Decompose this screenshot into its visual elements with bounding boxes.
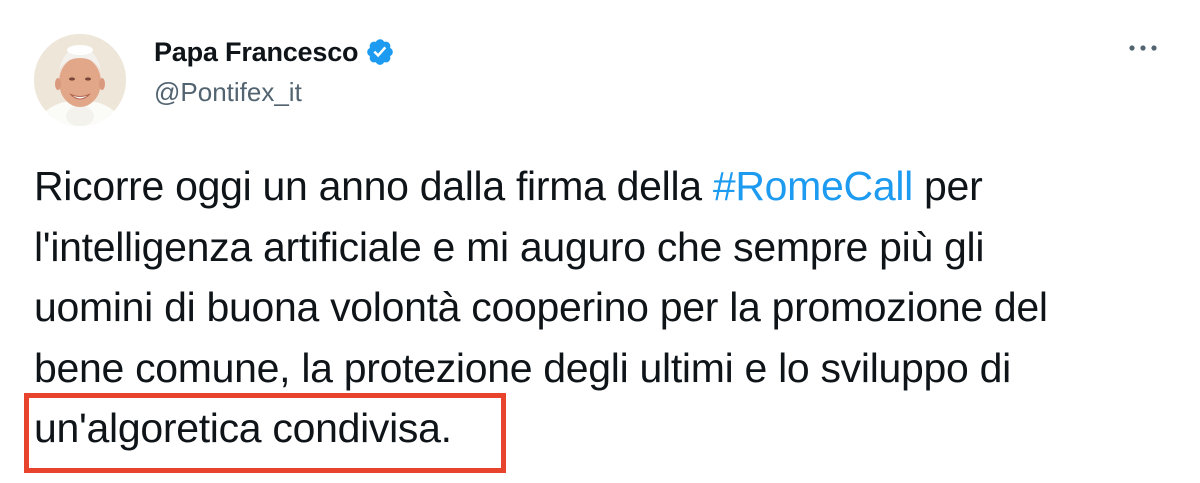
author-display-name[interactable]: Papa Francesco xyxy=(154,37,359,68)
author-handle[interactable]: @Pontifex_it xyxy=(154,77,302,108)
tweet-text-segment: per xyxy=(912,163,983,209)
highlight-annotation-box xyxy=(24,393,506,473)
verified-badge-icon xyxy=(365,37,395,67)
author-name-row: Papa Francesco xyxy=(154,33,395,71)
tweet-text-line: uomini di buona volontà cooperino per la… xyxy=(34,284,1048,330)
more-options-button[interactable] xyxy=(1126,38,1160,58)
tweet-text-segment: Ricorre oggi un anno dalla firma della xyxy=(34,163,713,209)
avatar[interactable] xyxy=(34,34,126,126)
avatar-portrait-image xyxy=(34,34,126,126)
tweet-text-line: l'intelligenza artificiale e mi auguro c… xyxy=(34,223,985,270)
tweet-card: Papa Francesco @Pontifex_it Ricorre oggi… xyxy=(0,0,1200,483)
tweet-text-line: Ricorre oggi un anno dalla firma della #… xyxy=(34,156,1164,217)
tweet-text-line: bene comune, la protezione degli ultimi … xyxy=(34,344,1011,391)
more-horizontal-icon xyxy=(1129,45,1157,51)
hashtag-link[interactable]: #RomeCall xyxy=(713,163,913,209)
